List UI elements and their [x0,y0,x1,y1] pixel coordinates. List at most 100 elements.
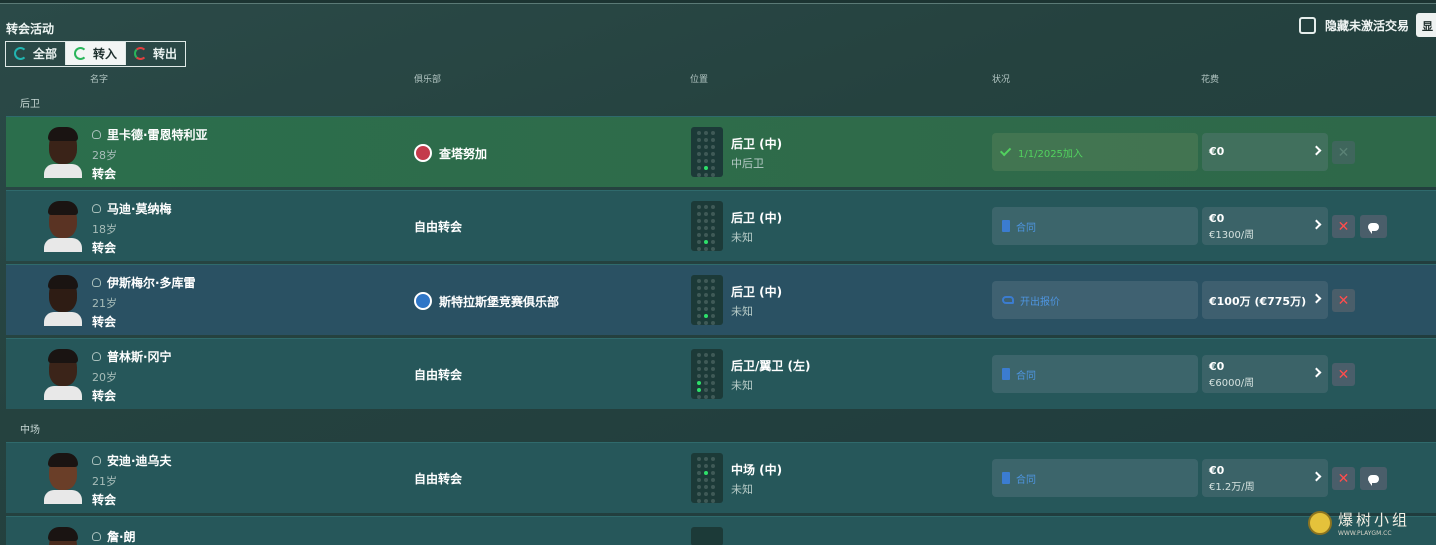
table-row[interactable]: 伊斯梅尔·多库雷 21岁 转会 斯特拉斯堡竞赛俱乐部 后卫 (中) 未知 开出报价… [6,264,1436,335]
chat-button[interactable] [1360,467,1387,490]
status-joined[interactable]: 1/1/2025加入 [992,133,1198,171]
status-text: 合同 [1016,222,1036,234]
chat-bubble-icon [1368,222,1379,234]
status-contract[interactable]: 合同 [992,459,1198,497]
fee-amount: €0 [1209,464,1225,477]
avatar [44,526,82,545]
player-name[interactable]: 普林斯·冈宁 [107,348,172,365]
club-name: 自由转会 [414,472,463,486]
fee-box[interactable]: €0 €6000/周 [1202,355,1328,393]
position-role: 未知 [731,231,753,244]
section-header-defenders: 后卫 [20,99,40,110]
status-text: 1/1/2025加入 [1018,148,1083,160]
player-age: 28岁 [92,149,117,162]
column-header-club[interactable]: 俱乐部 [414,72,441,85]
position-main: 后卫/翼卫 (左) [731,359,811,373]
position-main: 中场 (中) [731,463,783,477]
status-offer[interactable]: 开出报价 [992,281,1198,319]
position-role: 未知 [731,483,753,496]
table-row[interactable]: 普林斯·冈宁 20岁 转会 自由转会 后卫/翼卫 (左) 未知 合同 €0 €600… [6,338,1436,409]
show-button[interactable]: 显 [1416,13,1436,37]
club-name[interactable]: 斯特拉斯堡竞赛俱乐部 [439,293,559,310]
status-text: 合同 [1016,370,1036,382]
player-age: 21岁 [92,297,117,310]
cancel-button[interactable]: ✕ [1332,141,1355,164]
position-pitch-icon [691,275,723,325]
position-role: 未知 [731,305,753,318]
filter-all-label: 全部 [33,47,58,61]
fee-wage: €1300/周 [1209,230,1255,241]
hide-inactive-option[interactable]: 隐藏未激活交易 [1299,17,1409,34]
status-contract[interactable]: 合同 [992,355,1198,393]
player-name[interactable]: 里卡德·雷恩特利亚 [107,126,208,143]
avatar [44,126,82,178]
status-text: 开出报价 [1020,296,1060,308]
filter-in-label: 转入 [93,47,118,61]
table-row[interactable]: 里卡德·雷恩特利亚 28岁 转会 查塔努加 后卫 (中) 中后卫 1/1/2025… [6,116,1436,187]
fee-amount: €0 [1209,212,1225,225]
avatar [44,200,82,252]
transfer-filter-group: 全部 转入 转出 [5,41,187,67]
club-name: 自由转会 [414,220,463,234]
fee-wage: €1.2万/周 [1209,482,1255,493]
status-contract[interactable]: 合同 [992,207,1198,245]
column-header-status[interactable]: 状况 [992,72,1010,85]
contract-icon [1002,368,1010,380]
fee-box[interactable]: €0 €1300/周 [1202,207,1328,245]
watermark: 爆树小组 WWW.PLAYGM.CC [1308,508,1428,538]
person-icon [92,278,101,287]
position-pitch-icon [691,453,723,503]
person-icon [92,352,101,361]
player-name[interactable]: 安迪·迪乌夫 [107,452,172,469]
filter-in-button[interactable]: 转入 [65,42,126,65]
cancel-button[interactable]: ✕ [1332,363,1355,386]
player-name[interactable]: 伊斯梅尔·多库雷 [107,274,196,291]
check-icon [999,144,1012,157]
position-role: 未知 [731,379,753,392]
table-row[interactable]: 安迪·迪乌夫 21岁 转会 自由转会 中场 (中) 未知 合同 €0 €1.2万/周… [6,442,1436,513]
transfer-type: 转会 [92,493,117,507]
player-age: 21岁 [92,475,117,488]
position-main: 后卫 (中) [731,137,783,151]
cycle-out-icon [134,47,148,60]
person-icon [92,532,101,541]
fee-box[interactable]: €100万 (€775万) [1202,281,1328,319]
contract-icon [1002,220,1010,232]
filter-out-button[interactable]: 转出 [125,42,185,65]
hide-inactive-label: 隐藏未激活交易 [1325,19,1410,33]
transfer-type: 转会 [92,315,117,329]
column-header-position[interactable]: 位置 [690,72,708,85]
hide-inactive-checkbox[interactable] [1299,17,1316,34]
handshake-icon [1002,296,1014,304]
person-icon [92,130,101,139]
column-header-name[interactable]: 名字 [90,72,108,85]
club-badge-icon [414,144,432,162]
table-row[interactable]: 马迪·莫纳梅 18岁 转会 自由转会 后卫 (中) 未知 合同 €0 €1300/周… [6,190,1436,261]
player-name[interactable]: 马迪·莫纳梅 [107,200,172,217]
fee-box[interactable]: €0 €1.2万/周 [1202,459,1328,497]
contract-icon [1002,472,1010,484]
club-name[interactable]: 查塔努加 [439,145,487,162]
transfer-type: 转会 [92,241,117,255]
top-divider [0,0,1436,4]
person-icon [92,456,101,465]
player-name[interactable]: 詹·朗 [107,528,136,545]
player-age: 18岁 [92,223,117,236]
column-header-fee[interactable]: 花费 [1201,72,1219,85]
filter-all-button[interactable]: 全部 [6,42,65,65]
cancel-button[interactable]: ✕ [1332,289,1355,312]
fee-box[interactable]: €0 [1202,133,1328,171]
position-pitch-icon [691,349,723,399]
cancel-button[interactable]: ✕ [1332,215,1355,238]
chat-button[interactable] [1360,215,1387,238]
transfer-type: 转会 [92,389,117,403]
status-text: 合同 [1016,474,1036,486]
cycle-in-icon [74,47,88,60]
club-badge-icon [414,292,432,310]
watermark-url: WWW.PLAYGM.CC [1338,530,1392,537]
position-role: 中后卫 [731,157,764,170]
table-row[interactable]: 詹·朗 [6,516,1436,545]
person-icon [92,204,101,213]
cancel-button[interactable]: ✕ [1332,467,1355,490]
position-pitch-icon [691,127,723,177]
